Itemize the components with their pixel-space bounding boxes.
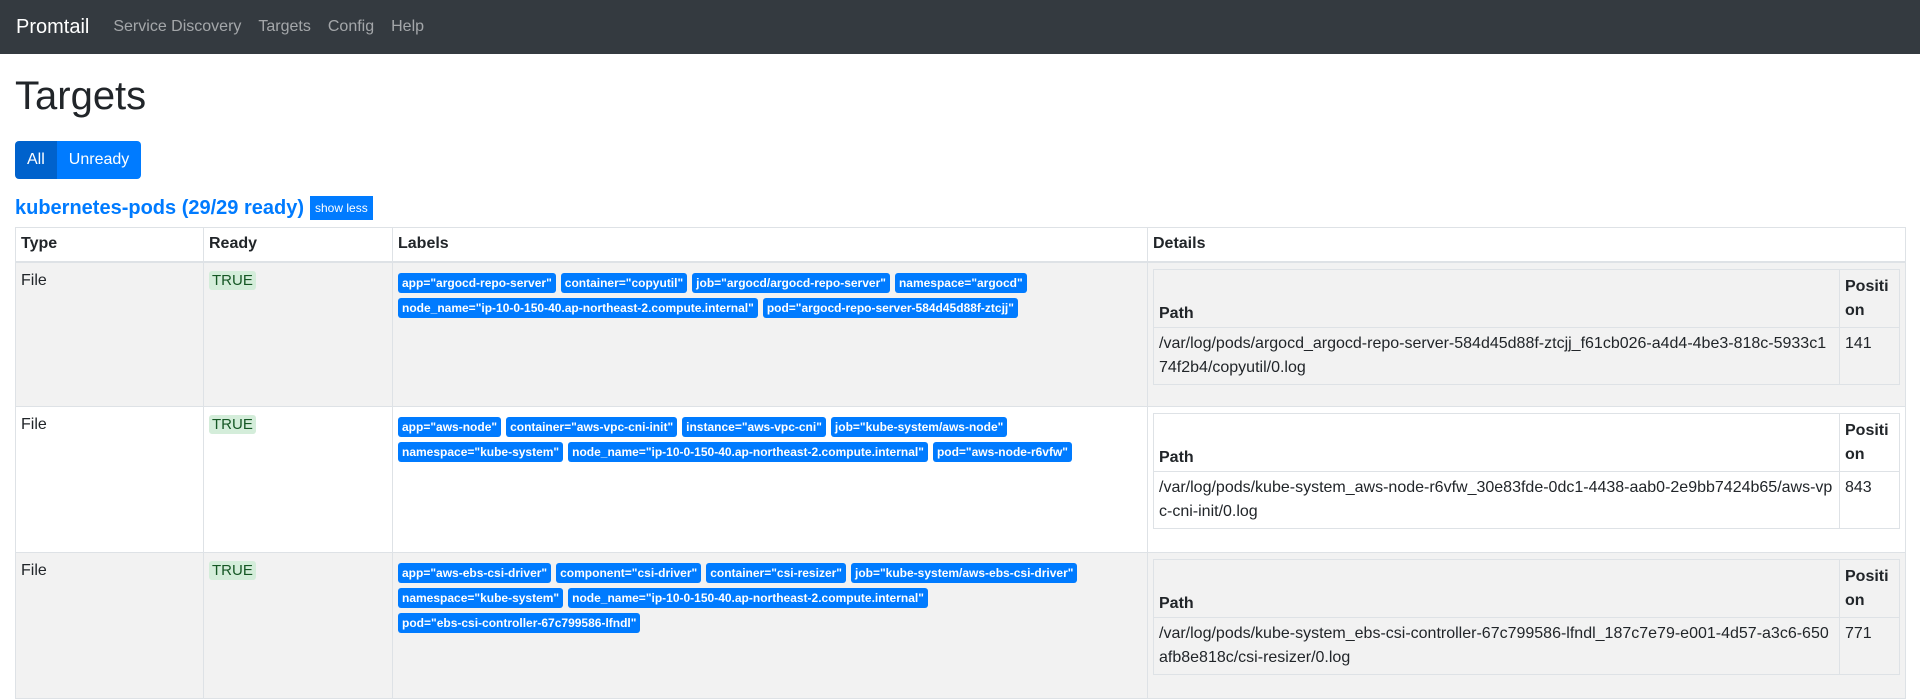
position-value: 141 (1839, 326, 1900, 385)
ready-badge: TRUE (209, 561, 256, 580)
show-less-button[interactable]: show less (310, 196, 373, 220)
label-badge: app="aws-node" (398, 417, 502, 437)
type-cell: File (15, 406, 204, 553)
header-details: Details (1147, 227, 1906, 263)
ready-badge: TRUE (209, 415, 256, 434)
type-text: File (21, 416, 47, 433)
ready-cell: TRUE (203, 552, 393, 699)
label-badge: app="argocd-repo-server" (398, 272, 556, 293)
label-badge: node_name="ip-10-0-150-40.ap-northeast-2… (398, 297, 758, 318)
label-badge: container="aws-vpc-cni-init" (506, 417, 678, 437)
header-labels: Labels (392, 227, 1148, 263)
path-value: /var/log/pods/kube-system_aws-node-r6vfw… (1153, 471, 1840, 529)
table-row: File TRUE app="aws-ebs-csi-driver" compo… (15, 552, 1906, 699)
labels-cell: app="aws-ebs-csi-driver" component="csi-… (392, 552, 1148, 699)
type-cell: File (15, 552, 204, 699)
ready-cell: TRUE (203, 406, 393, 553)
header-ready: Ready (203, 227, 393, 263)
position-value: 843 (1839, 471, 1900, 529)
nav-service-discovery[interactable]: Service Discovery (113, 18, 241, 36)
main-content: Targets All Unready kubernetes-pods (29/… (0, 72, 1920, 699)
ready-cell: TRUE (203, 261, 393, 407)
details-cell: Path Position /var/log/pods/kube-system_… (1147, 406, 1906, 553)
brand-link[interactable]: Promtail (16, 16, 89, 39)
table-row: File TRUE app="aws-node" container="aws-… (15, 406, 1906, 553)
position-value: 771 (1839, 617, 1900, 675)
page-title: Targets (15, 74, 147, 118)
labels-cell: app="aws-node" container="aws-vpc-cni-in… (392, 406, 1148, 553)
type-text: File (21, 562, 47, 579)
job-header: kubernetes-pods (29/29 ready) show less (15, 196, 1905, 220)
nav-targets[interactable]: Targets (258, 18, 310, 36)
table-header-row: Type Ready Labels Details (15, 227, 1906, 263)
type-text: File (21, 271, 47, 289)
details-table: Path Position /var/log/pods/kube-system_… (1153, 559, 1900, 675)
label-badge: namespace="argocd" (894, 272, 1027, 293)
label-badge: instance="aws-vpc-cni" (682, 417, 826, 437)
nav-config[interactable]: Config (328, 18, 374, 36)
details-table: Path Position /var/log/pods/argocd_argoc… (1153, 268, 1900, 385)
details-header-path: Path (1153, 268, 1840, 328)
details-header-position: Position (1839, 268, 1900, 328)
label-badge: container="copyutil" (560, 272, 688, 293)
navbar: Promtail Service Discovery Targets Confi… (0, 0, 1920, 54)
label-badge: container="csi-resizer" (706, 563, 846, 583)
details-header-position: Position (1839, 559, 1900, 618)
type-cell: File (15, 261, 204, 407)
path-value: /var/log/pods/kube-system_ebs-csi-contro… (1153, 617, 1840, 675)
label-badge: app="aws-ebs-csi-driver" (398, 563, 552, 583)
label-badge: namespace="kube-system" (398, 442, 564, 462)
label-badge: pod="ebs-csi-controller-67c799586-lfndl" (398, 613, 641, 633)
label-badge: job="argocd/argocd-repo-server" (692, 272, 890, 293)
table-row: File TRUE app="argocd-repo-server" conta… (15, 261, 1906, 407)
job-title-link[interactable]: kubernetes-pods (29/29 ready) (15, 197, 304, 220)
details-header-path: Path (1153, 559, 1840, 618)
filter-all-button[interactable]: All (15, 141, 57, 179)
path-value: /var/log/pods/argocd_argocd-repo-server-… (1153, 326, 1840, 385)
header-type: Type (15, 227, 204, 263)
label-badge: job="kube-system/aws-node" (830, 417, 1008, 437)
details-header-path: Path (1153, 413, 1840, 472)
label-badge: pod="argocd-repo-server-584d45d88f-ztcjj… (762, 297, 1018, 318)
details-header-position: Position (1839, 413, 1900, 472)
label-badge: namespace="kube-system" (398, 588, 564, 608)
details-cell: Path Position /var/log/pods/argocd_argoc… (1147, 261, 1906, 407)
filter-unready-button[interactable]: Unready (56, 141, 142, 179)
label-badge: node_name="ip-10-0-150-40.ap-northeast-2… (568, 588, 928, 608)
label-badge: pod="aws-node-r6vfw" (932, 442, 1072, 462)
labels-cell: app="argocd-repo-server" container="copy… (392, 261, 1148, 407)
label-badge: node_name="ip-10-0-150-40.ap-northeast-2… (568, 442, 928, 462)
details-table: Path Position /var/log/pods/kube-system_… (1153, 413, 1900, 529)
label-badge: component="csi-driver" (556, 563, 702, 583)
filter-button-group: All Unready (15, 141, 1905, 179)
nav-help[interactable]: Help (391, 18, 424, 36)
label-badge: job="kube-system/aws-ebs-csi-driver" (850, 563, 1078, 583)
targets-table: Type Ready Labels Details File TRUE app=… (15, 227, 1906, 699)
details-cell: Path Position /var/log/pods/kube-system_… (1147, 552, 1906, 699)
ready-badge: TRUE (209, 270, 256, 290)
